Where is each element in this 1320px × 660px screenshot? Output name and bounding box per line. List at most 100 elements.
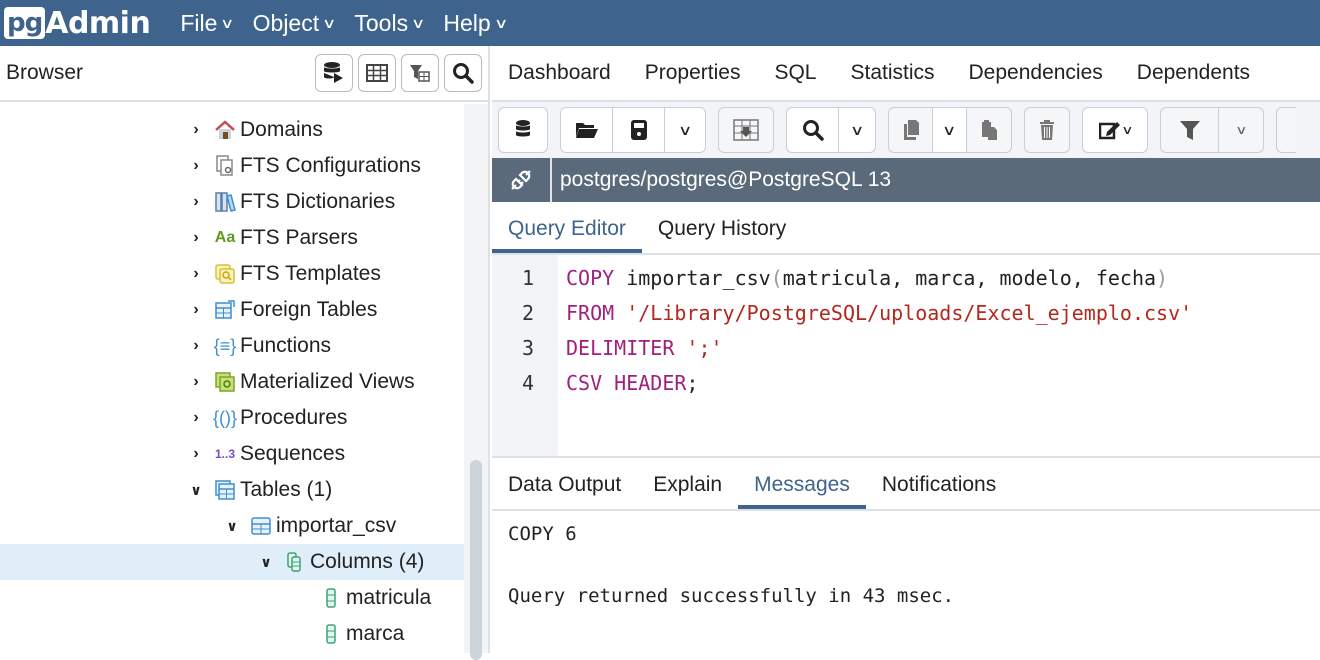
menu-help-label: Help (443, 9, 491, 36)
chevron-right-icon[interactable]: › (186, 373, 206, 391)
tab-properties[interactable]: Properties (645, 61, 741, 85)
materialized-views-icon (213, 370, 237, 394)
query-toolbar: ∨ ∨ ∨ ∨ ∨ (492, 102, 1320, 158)
tree-item-columns[interactable]: ∨ Columns (4) (0, 544, 464, 580)
line-number: 4 (521, 370, 534, 395)
find-options-dropdown[interactable]: ∨ (839, 108, 875, 152)
tree-item-procedures[interactable]: › {()} Procedures (0, 400, 464, 436)
chevron-right-icon[interactable]: › (186, 157, 206, 175)
tab-query-history[interactable]: Query History (642, 217, 802, 253)
chevron-down-icon: ∨ (493, 14, 508, 31)
menu-tools[interactable]: Tools ∨ (354, 9, 425, 37)
edit-data-button[interactable] (719, 108, 773, 152)
tables-icon (213, 478, 237, 502)
toolbar-group-delete (1024, 107, 1070, 153)
tree-item-label: importar_csv (276, 514, 397, 537)
tree-scrollbar[interactable] (464, 104, 488, 660)
chevron-right-icon[interactable]: › (186, 121, 206, 139)
chevron-down-icon: ∨ (1234, 123, 1248, 137)
tab-dashboard[interactable]: Dashboard (508, 61, 611, 85)
tree-item-fts-configurations[interactable]: › FTS Configurations (0, 148, 464, 184)
filtered-rows-button[interactable] (401, 54, 439, 92)
tree-item-functions[interactable]: › {≡} Functions (0, 328, 464, 364)
toolbar-overflow (1276, 107, 1296, 153)
code-text: DELIMITER ';' (566, 336, 723, 360)
tab-query-editor[interactable]: Query Editor (492, 217, 642, 253)
chevron-down-icon: ∨ (849, 121, 865, 138)
chevron-right-icon[interactable]: › (186, 229, 206, 247)
tree-item-fts-dictionaries[interactable]: › FTS Dictionaries (0, 184, 464, 220)
chevron-down-icon[interactable]: ∨ (256, 554, 276, 571)
save-file-button[interactable] (613, 108, 665, 152)
chevron-right-icon[interactable]: › (186, 265, 206, 283)
tree-item-tables[interactable]: ∨ Tables (1) (0, 472, 464, 508)
delete-button[interactable] (1025, 108, 1069, 152)
sql-keyword: COPY (566, 265, 615, 290)
copy-button[interactable] (889, 108, 933, 152)
tree-item-column-matricula[interactable]: matricula (0, 580, 464, 616)
edit-icon (1098, 122, 1120, 140)
tab-data-output[interactable]: Data Output (492, 473, 637, 509)
tree-item-label: marca (346, 622, 405, 645)
chevron-right-icon[interactable]: › (186, 301, 206, 319)
output-tabs: Data Output Explain Messages Notificatio… (492, 458, 1320, 511)
chevron-down-icon[interactable]: ∨ (186, 482, 206, 499)
code-text: COPY importar_csv(matricula, marca, mode… (566, 266, 1168, 290)
paste-button[interactable] (967, 108, 1011, 152)
chevron-right-icon[interactable]: › (186, 193, 206, 211)
tree-item-domains[interactable]: › Domains (0, 112, 464, 148)
functions-icon: {≡} (213, 335, 237, 356)
tree-item-materialized-views[interactable]: › Materialized Views (0, 364, 464, 400)
find-button[interactable] (787, 108, 839, 152)
copy-options-dropdown[interactable]: ∨ (933, 108, 967, 152)
tree-item-fts-parsers[interactable]: › Aa FTS Parsers (0, 220, 464, 256)
chevron-down-icon: ∨ (220, 14, 235, 31)
message-line: COPY 6 (508, 523, 577, 545)
fts-templates-icon (213, 262, 237, 286)
tree-scrollbar-thumb[interactable] (470, 460, 482, 660)
tree-item-fts-templates[interactable]: › FTS Templates (0, 256, 464, 292)
tree-item-label: Procedures (240, 406, 348, 429)
grid-download-icon (733, 119, 759, 141)
tree-item-column-marca[interactable]: marca (0, 616, 464, 652)
chevron-down-icon: ∨ (942, 121, 957, 138)
tab-sql[interactable]: SQL (774, 61, 816, 85)
open-file-button[interactable] (561, 108, 613, 152)
open-database-button[interactable] (499, 108, 547, 152)
tree-item-foreign-tables[interactable]: › Foreign Tables (0, 292, 464, 328)
pgadmin-logo: pg Admin (4, 0, 151, 46)
view-data-button[interactable] (358, 54, 396, 92)
tab-statistics[interactable]: Statistics (850, 61, 934, 85)
menu-help[interactable]: Help ∨ (443, 9, 508, 37)
save-options-dropdown[interactable]: ∨ (665, 108, 705, 152)
query-tool-button[interactable] (315, 54, 353, 92)
sql-keyword: FROM (566, 300, 615, 325)
tab-notifications[interactable]: Notifications (866, 473, 1012, 509)
menu-object[interactable]: Object ∨ (253, 10, 337, 37)
tree-item-importar-csv[interactable]: ∨ importar_csv (0, 508, 464, 544)
chevron-down-icon[interactable]: ∨ (222, 518, 242, 535)
chevron-down-icon: ∨ (1120, 123, 1134, 137)
tab-dependencies[interactable]: Dependencies (969, 61, 1103, 85)
main-menu: File ∨ Object ∨ Tools ∨ Help ∨ (180, 10, 526, 37)
menu-tools-label: Tools (354, 9, 409, 36)
tab-explain[interactable]: Explain (637, 473, 738, 509)
chevron-right-icon[interactable]: › (186, 337, 206, 355)
tree-item-sequences[interactable]: › 1..3 Sequences (0, 436, 464, 472)
chevron-right-icon[interactable]: › (186, 409, 206, 427)
filter-button[interactable] (1161, 108, 1219, 152)
tree-item-label: FTS Parsers (240, 226, 358, 249)
tree-item-label: Functions (240, 334, 332, 357)
filter-options-dropdown[interactable]: ∨ (1219, 108, 1263, 152)
edit-options-button[interactable]: ∨ (1083, 108, 1147, 152)
search-objects-button[interactable] (444, 54, 482, 92)
menu-file[interactable]: File ∨ (180, 9, 235, 37)
line-number: 1 (521, 265, 534, 290)
sql-editor[interactable]: 1 COPY importar_csv(matricula, marca, mo… (492, 255, 1320, 458)
menu-file-label: File (180, 9, 218, 36)
query-tabs: Query Editor Query History (492, 202, 1320, 255)
tab-dependents[interactable]: Dependents (1137, 61, 1250, 85)
tree-item-label: Sequences (240, 442, 346, 465)
tab-messages[interactable]: Messages (738, 473, 866, 509)
chevron-right-icon[interactable]: › (186, 445, 206, 463)
